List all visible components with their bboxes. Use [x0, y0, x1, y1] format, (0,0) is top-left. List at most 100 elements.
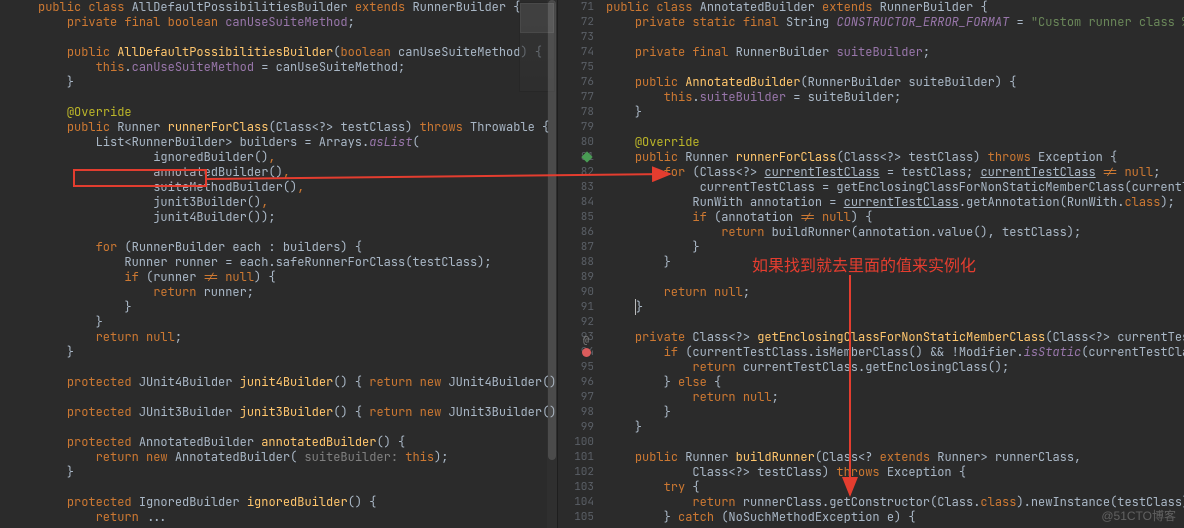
- code-line[interactable]: RunWith annotation = currentTestClass.ge…: [606, 195, 1184, 210]
- code-line[interactable]: [606, 435, 1184, 450]
- code-line[interactable]: }: [38, 75, 557, 90]
- code-line[interactable]: [38, 30, 557, 45]
- line-number: [0, 270, 26, 285]
- line-number: [0, 450, 26, 465]
- code-line[interactable]: private final boolean canUseSuiteMethod;: [38, 15, 557, 30]
- left-code[interactable]: public class AllDefaultPossibilitiesBuil…: [38, 0, 557, 525]
- code-line[interactable]: return null;: [38, 330, 557, 345]
- breakpoint-icon[interactable]: [582, 348, 591, 357]
- code-line[interactable]: List<RunnerBuilder> builders = Arrays.as…: [38, 135, 557, 150]
- code-line[interactable]: public Runner buildRunner(Class<? extend…: [606, 450, 1184, 465]
- line-number: 90: [558, 285, 594, 300]
- code-line[interactable]: [38, 360, 557, 375]
- line-number: 97: [558, 390, 594, 405]
- line-number: [0, 480, 26, 495]
- line-number: 105: [558, 510, 594, 525]
- code-line[interactable]: }: [38, 300, 557, 315]
- code-line[interactable]: if (annotation != null) {: [606, 210, 1184, 225]
- left-scrollbar[interactable]: [547, 0, 557, 528]
- line-number: 85: [558, 210, 594, 225]
- code-line[interactable]: return ...: [38, 510, 557, 525]
- code-line[interactable]: if (runner != null) {: [38, 270, 557, 285]
- line-number: [0, 360, 26, 375]
- code-line[interactable]: return runner;: [38, 285, 557, 300]
- code-line[interactable]: public AllDefaultPossibilitiesBuilder(bo…: [38, 45, 557, 60]
- code-line[interactable]: } else {: [606, 375, 1184, 390]
- code-line[interactable]: this.canUseSuiteMethod = canUseSuiteMeth…: [38, 60, 557, 75]
- line-number: [0, 150, 26, 165]
- right-gutter: 7172737475767778798081828384858687888990…: [558, 0, 606, 528]
- line-number: 91: [558, 300, 594, 315]
- code-line[interactable]: this.suiteBuilder = suiteBuilder;: [606, 90, 1184, 105]
- code-line[interactable]: }: [38, 345, 557, 360]
- code-line[interactable]: }: [606, 105, 1184, 120]
- code-line[interactable]: return null;: [606, 390, 1184, 405]
- line-number: [0, 15, 26, 30]
- line-number: 95: [558, 360, 594, 375]
- code-line[interactable]: return buildRunner(annotation.value(), t…: [606, 225, 1184, 240]
- code-line[interactable]: [38, 90, 557, 105]
- code-line[interactable]: [606, 120, 1184, 135]
- code-line[interactable]: protected AnnotatedBuilder annotatedBuil…: [38, 435, 557, 450]
- line-number: [0, 345, 26, 360]
- line-number: 73: [558, 30, 594, 45]
- code-line[interactable]: @Override: [606, 135, 1184, 150]
- line-number: [0, 60, 26, 75]
- code-line[interactable]: if (currentTestClass.isMemberClass() && …: [606, 345, 1184, 360]
- annotation-gutter-icon[interactable]: @: [583, 333, 589, 346]
- code-line[interactable]: protected JUnit4Builder junit4Builder() …: [38, 375, 557, 390]
- code-line[interactable]: [38, 390, 557, 405]
- code-line[interactable]: junit3Builder(),: [38, 195, 557, 210]
- code-line[interactable]: for (RunnerBuilder each : builders) {: [38, 240, 557, 255]
- code-line[interactable]: [38, 480, 557, 495]
- code-line[interactable]: public Runner runnerForClass(Class<?> te…: [606, 150, 1184, 165]
- code-line[interactable]: junit4Builder());: [38, 210, 557, 225]
- line-number: 77: [558, 90, 594, 105]
- code-line[interactable]: }: [606, 405, 1184, 420]
- line-number: 102: [558, 465, 594, 480]
- code-line[interactable]: private static final String CONSTRUCTOR_…: [606, 15, 1184, 30]
- code-line[interactable]: public class AllDefaultPossibilitiesBuil…: [38, 0, 557, 15]
- line-number: 79: [558, 120, 594, 135]
- code-line[interactable]: }: [606, 420, 1184, 435]
- line-number: 71: [558, 0, 594, 15]
- code-line[interactable]: @Override: [38, 105, 557, 120]
- line-number: 76: [558, 75, 594, 90]
- watermark: @51CTO博客: [1101, 507, 1176, 524]
- code-line[interactable]: }: [38, 315, 557, 330]
- code-line[interactable]: ignoredBuilder(),: [38, 150, 557, 165]
- line-number: [0, 240, 26, 255]
- line-number: 92: [558, 315, 594, 330]
- code-line[interactable]: }: [38, 465, 557, 480]
- line-number: [0, 75, 26, 90]
- code-line[interactable]: return null;: [606, 285, 1184, 300]
- code-line[interactable]: return new AnnotatedBuilder( suiteBuilde…: [38, 450, 557, 465]
- code-line[interactable]: return runnerClass.getConstructor(Class.…: [606, 495, 1184, 510]
- code-line[interactable]: [606, 60, 1184, 75]
- code-line[interactable]: protected JUnit3Builder junit3Builder() …: [38, 405, 557, 420]
- code-line[interactable]: public class AnnotatedBuilder extends Ru…: [606, 0, 1184, 15]
- code-line[interactable]: for (Class<?> currentTestClass = testCla…: [606, 165, 1184, 180]
- code-line[interactable]: Class<?> testClass) throws Exception {: [606, 465, 1184, 480]
- code-line[interactable]: private final RunnerBuilder suiteBuilder…: [606, 45, 1184, 60]
- left-scrollbar-thumb[interactable]: [548, 0, 556, 460]
- line-number: 75: [558, 60, 594, 75]
- line-number: 87: [558, 240, 594, 255]
- code-line[interactable]: public AnnotatedBuilder(RunnerBuilder su…: [606, 75, 1184, 90]
- line-number: [0, 510, 26, 525]
- code-line[interactable]: protected IgnoredBuilder ignoredBuilder(…: [38, 495, 557, 510]
- code-line[interactable]: [606, 30, 1184, 45]
- code-line[interactable]: Runner runner = each.safeRunnerForClass(…: [38, 255, 557, 270]
- code-line[interactable]: currentTestClass = getEnclosingClassForN…: [606, 180, 1184, 195]
- code-line[interactable]: private Class<?> getEnclosingClassForNon…: [606, 330, 1184, 345]
- left-editor-pane[interactable]: public class AllDefaultPossibilitiesBuil…: [0, 0, 558, 528]
- code-line[interactable]: [38, 420, 557, 435]
- code-line[interactable]: [38, 225, 557, 240]
- code-line[interactable]: public Runner runnerForClass(Class<?> te…: [38, 120, 557, 135]
- code-line[interactable]: [606, 315, 1184, 330]
- code-line[interactable]: } catch (NoSuchMethodException e) {: [606, 510, 1184, 525]
- code-line[interactable]: return currentTestClass.getEnclosingClas…: [606, 360, 1184, 375]
- code-line[interactable]: }: [606, 300, 1184, 315]
- line-number: [0, 165, 26, 180]
- code-line[interactable]: try {: [606, 480, 1184, 495]
